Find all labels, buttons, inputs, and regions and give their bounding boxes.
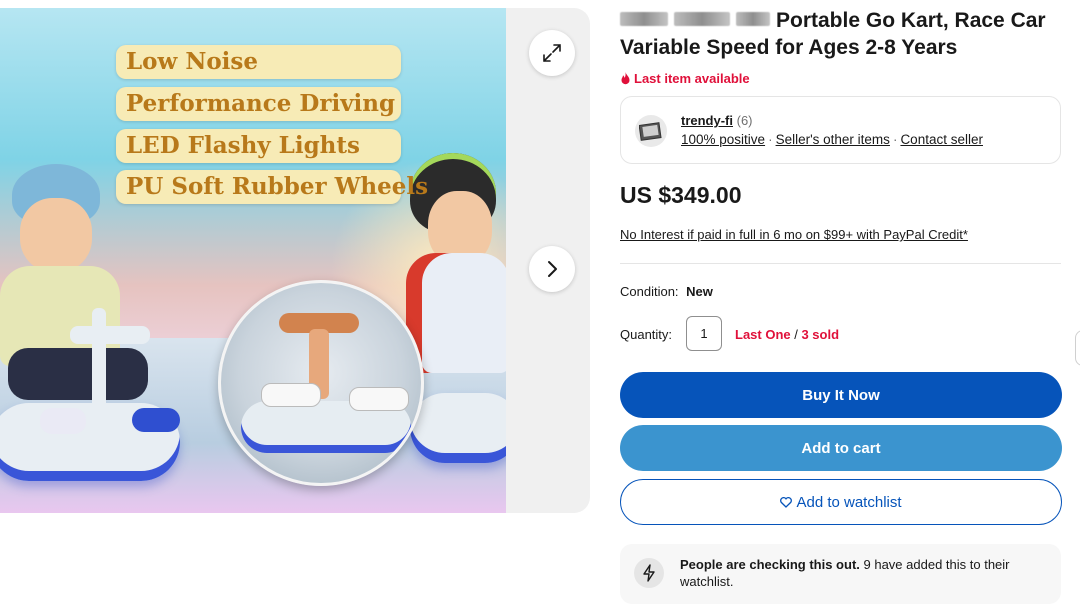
urgency-text: Last item available (634, 71, 750, 86)
seller-name-link[interactable]: trendy-fi (681, 113, 733, 128)
quantity-input[interactable] (686, 316, 722, 351)
contact-seller-link[interactable]: Contact seller (900, 132, 983, 147)
positive-feedback-link[interactable]: 100% positive (681, 132, 765, 147)
feature-label: Performance Driving (116, 87, 401, 121)
activity-text: People are checking this out. 9 have add… (680, 557, 1010, 589)
stock-last-one: Last One (735, 327, 791, 342)
stock-status: Last One / 3 sold (735, 327, 840, 342)
feedback-count: (6) (736, 113, 753, 128)
condition-value: New (686, 284, 713, 299)
image-gallery: Low Noise Performance Driving LED Flashy… (0, 8, 590, 513)
detail-inset-image (218, 280, 424, 486)
seller-logo-icon (639, 122, 662, 141)
heart-icon (780, 496, 793, 508)
divider (620, 263, 1061, 264)
buy-it-now-button[interactable]: Buy It Now (620, 372, 1062, 418)
condition-row: Condition: New (620, 284, 713, 299)
expand-image-button[interactable] (529, 30, 575, 76)
flame-icon (621, 72, 630, 85)
chevron-right-icon (548, 261, 557, 277)
feature-label: Low Noise (116, 45, 401, 79)
add-to-watchlist-button[interactable]: Add to watchlist (620, 479, 1062, 525)
next-image-button[interactable] (529, 246, 575, 292)
feature-label: LED Flashy Lights (116, 129, 401, 163)
go-kart-right (410, 393, 506, 463)
condition-label: Condition: (620, 284, 679, 299)
seller-card: trendy-fi (6) 100% positive · Seller's oth… (620, 96, 1061, 164)
expand-arrows-icon (543, 44, 561, 62)
listing-title: Portable Go Kart, Race Car Variable Spee… (620, 7, 1070, 61)
quantity-label: Quantity: (620, 327, 673, 342)
avatar[interactable] (635, 115, 667, 147)
activity-signal: People are checking this out. 9 have add… (620, 544, 1061, 604)
paypal-credit-link[interactable]: No Interest if paid in full in 6 mo on $… (620, 227, 968, 242)
scroll-handle[interactable] (1075, 330, 1080, 366)
lightning-icon (634, 558, 664, 588)
urgency-badge: Last item available (620, 71, 750, 86)
feature-label: PU Soft Rubber Wheels (116, 170, 428, 204)
add-to-cart-button[interactable]: Add to cart (620, 425, 1062, 471)
seller-other-items-link[interactable]: Seller's other items (776, 132, 890, 147)
product-image[interactable]: Low Noise Performance Driving LED Flashy… (0, 8, 506, 513)
sold-count: 3 sold (801, 327, 840, 342)
seller-links: 100% positive · Seller's other items · Conta… (681, 132, 983, 147)
price: US $349.00 (620, 182, 742, 208)
redacted-brand (620, 12, 668, 26)
seller-name-row: trendy-fi (6) (681, 113, 753, 128)
